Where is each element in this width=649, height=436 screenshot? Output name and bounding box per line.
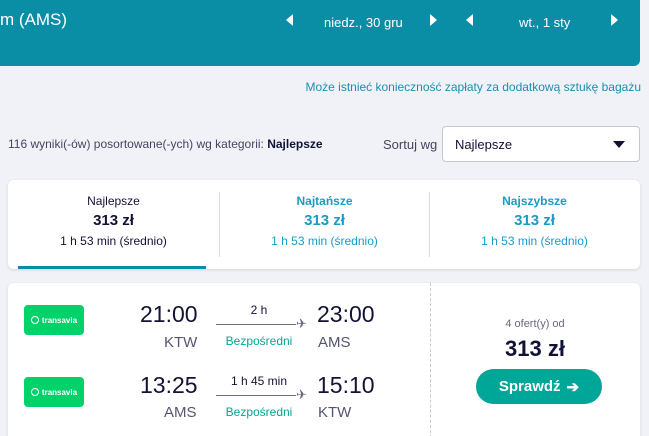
results-summary: 116 wyniki(-ów) posortowane(-ych) wg kat… <box>8 137 323 151</box>
leg-depart-time: 13:25 <box>140 372 198 398</box>
leg-arrive-time: 15:10 <box>317 372 375 398</box>
baggage-fee-link[interactable]: Może istnieć konieczność zapłaty za doda… <box>305 80 641 94</box>
tab-fastest-name: Najszybsze <box>502 194 567 208</box>
sort-select[interactable]: Najlepsze <box>442 126 640 162</box>
next-outbound-date-icon[interactable] <box>430 14 437 26</box>
caret-down-icon <box>613 141 625 148</box>
search-header: m (AMS) niedz., 30 gru wt., 1 sty <box>0 0 640 66</box>
leg-depart-time: 21:00 <box>140 301 198 327</box>
tab-best-price: 313 zł <box>93 212 134 229</box>
tab-cheapest-duration: 1 h 53 min (średnio) <box>271 234 378 248</box>
prev-outbound-date-icon[interactable] <box>286 14 293 26</box>
card-price: 313 zł <box>505 336 565 361</box>
tab-fastest-duration: 1 h 53 min (średnio) <box>481 234 588 248</box>
airline-logo-icon <box>30 388 39 396</box>
sort-tabs: Najlepsze 313 zł 1 h 53 min (średnio) Na… <box>8 180 640 269</box>
select-flight-label: Sprawdź <box>498 378 561 395</box>
return-date[interactable]: wt., 1 sty <box>519 15 570 30</box>
flight-result-card[interactable]: transavia 21:00 KTW 2 h ✈ Bezpośredni 23… <box>8 283 640 436</box>
leg-line <box>216 324 296 325</box>
tab-best[interactable]: Najlepsze 313 zł 1 h 53 min (średnio) <box>8 180 219 269</box>
leg-duration: 2 h <box>250 303 268 317</box>
leg-arrive-time: 23:00 <box>317 301 375 327</box>
plane-icon: ✈ <box>296 316 307 331</box>
arrow-right-icon: ➔ <box>566 378 580 396</box>
tab-cheapest-name: Najtańsze <box>296 194 353 208</box>
prev-return-date-icon[interactable] <box>466 14 473 26</box>
offers-count: 4 ofert(y) od <box>505 318 565 330</box>
active-tab-indicator <box>18 266 206 269</box>
results-count-text: 116 wyniki(-ów) posortowane(-ych) wg kat… <box>8 137 264 151</box>
results-sort-category: Najlepsze <box>267 137 323 151</box>
leg-arrive-airport: KTW <box>318 404 352 421</box>
airline-logo: transavia <box>24 305 84 335</box>
outbound-date[interactable]: niedz., 30 gru <box>324 15 403 30</box>
leg-stops: Bezpośredni <box>225 334 293 348</box>
select-flight-button[interactable]: Sprawdź ➔ <box>476 369 602 404</box>
leg-arrive-airport: AMS <box>318 334 351 351</box>
tab-fastest[interactable]: Najszybsze 313 zł 1 h 53 min (średnio) <box>429 180 640 269</box>
leg-depart-airport: KTW <box>164 334 198 351</box>
sort-label: Sortuj wg <box>383 137 438 152</box>
leg-line <box>216 395 296 396</box>
airline-name: transavia <box>41 387 78 397</box>
airline-logo-icon <box>30 316 39 324</box>
leg-depart-airport: AMS <box>164 404 197 421</box>
airline-name: transavia <box>41 315 78 325</box>
tab-best-duration: 1 h 53 min (średnio) <box>60 234 167 248</box>
tab-cheapest[interactable]: Najtańsze 313 zł 1 h 53 min (średnio) <box>219 180 430 269</box>
leg-stops: Bezpośredni <box>225 405 293 419</box>
tab-best-name: Najlepsze <box>87 194 140 208</box>
plane-icon: ✈ <box>296 387 307 402</box>
next-return-date-icon[interactable] <box>611 14 618 26</box>
route-title[interactable]: m (AMS) <box>0 10 67 30</box>
tab-fastest-price: 313 zł <box>514 212 555 229</box>
leg-duration: 1 h 45 min <box>230 374 288 388</box>
sort-selected-value: Najlepsze <box>455 137 513 152</box>
tab-cheapest-price: 313 zł <box>304 212 345 229</box>
airline-logo: transavia <box>24 377 84 407</box>
